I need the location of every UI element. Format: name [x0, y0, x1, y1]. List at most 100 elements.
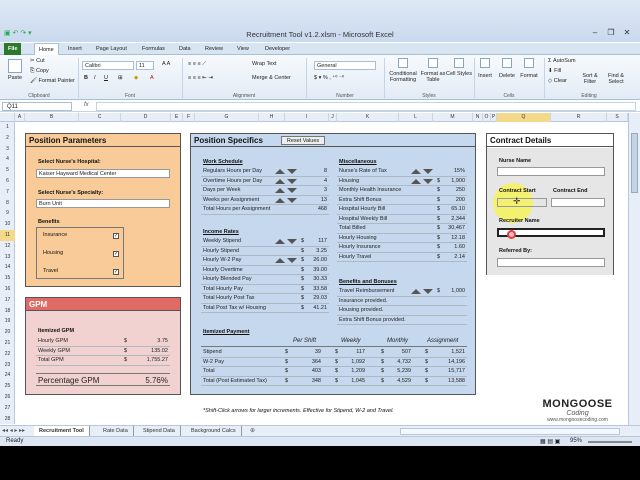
sheet-tab[interactable]: Background Calcs	[186, 426, 242, 436]
row-header[interactable]: 11	[0, 230, 15, 241]
column-header[interactable]: E	[171, 113, 183, 122]
stepper-arrows-icon[interactable]	[275, 168, 297, 175]
paste-button[interactable]: Paste	[4, 75, 26, 81]
merge-center-button[interactable]: Merge & Center	[252, 75, 291, 81]
stepper-arrows-icon[interactable]	[275, 197, 297, 204]
insert-cells-icon[interactable]	[480, 58, 490, 68]
bold-button[interactable]: B	[84, 75, 88, 81]
column-header[interactable]: A	[15, 113, 25, 122]
format-cells-button[interactable]: Format	[518, 73, 540, 79]
contract-end-input[interactable]	[551, 198, 605, 207]
sheet-tab[interactable]: Recruitment Tool	[34, 426, 90, 436]
restore-icon[interactable]: ❐	[604, 28, 618, 38]
italic-button[interactable]: I	[94, 75, 96, 81]
column-header[interactable]: J	[329, 113, 337, 122]
autosum-button[interactable]: Σ AutoSum	[548, 58, 576, 64]
row-header[interactable]: 16	[0, 284, 15, 295]
row-header[interactable]: 12	[0, 241, 15, 252]
view-buttons[interactable]: ▦ ▤ ▣	[540, 438, 560, 445]
column-header[interactable]: B	[25, 113, 79, 122]
minimize-icon[interactable]: –	[588, 28, 602, 38]
delete-cells-icon[interactable]	[502, 58, 512, 68]
tab-formulas[interactable]: Formulas	[138, 43, 169, 55]
column-header[interactable]: I	[285, 113, 329, 122]
horizontal-scrollbar[interactable]	[400, 428, 620, 435]
clear-button[interactable]: ◇ Clear	[548, 78, 567, 84]
tab-view[interactable]: View	[233, 43, 253, 55]
fx-icon[interactable]: fx	[84, 102, 89, 108]
row-header[interactable]: 26	[0, 392, 15, 403]
row-header[interactable]: 28	[0, 414, 15, 425]
tab-developer[interactable]: Developer	[261, 43, 294, 55]
copy-button[interactable]: ⎘ Copy	[30, 68, 49, 75]
tab-page-layout[interactable]: Page Layout	[92, 43, 131, 55]
row-header[interactable]: 25	[0, 381, 15, 392]
row-header[interactable]: 1	[0, 122, 15, 133]
row-header[interactable]: 18	[0, 306, 15, 317]
column-header[interactable]: G	[195, 113, 259, 122]
conditional-formatting-icon[interactable]	[398, 58, 408, 68]
row-header[interactable]: 19	[0, 316, 15, 327]
zoom-level[interactable]: 95%	[570, 438, 582, 444]
tab-file[interactable]: File	[4, 43, 22, 55]
tab-home[interactable]: Home	[34, 43, 59, 55]
align-top-buttons[interactable]: ≡ ≡ ≡ ⟋	[188, 61, 206, 68]
paste-icon[interactable]	[8, 59, 22, 73]
row-header[interactable]: 4	[0, 154, 15, 165]
scroll-thumb[interactable]	[631, 133, 638, 193]
row-header[interactable]: 23	[0, 360, 15, 371]
format-painter-button[interactable]: 🖌 Format Painter	[30, 78, 75, 84]
cut-button[interactable]: ✂ Cut	[30, 58, 45, 64]
row-header[interactable]: 9	[0, 208, 15, 219]
sheet-tab[interactable]: Stipend Data	[138, 426, 181, 436]
underline-button[interactable]: U	[104, 75, 108, 81]
font-size-select[interactable]: 11	[136, 61, 154, 70]
sheet-tab[interactable]: Rate Data	[98, 426, 134, 436]
referred-by-input[interactable]	[497, 258, 605, 267]
column-header[interactable]: M	[433, 113, 473, 122]
row-header[interactable]: 14	[0, 262, 15, 273]
stepper-arrows-icon[interactable]	[275, 238, 297, 245]
hospital-select[interactable]: Kaiser Hayward Medical Center	[36, 169, 170, 178]
tab-data[interactable]: Data	[175, 43, 195, 55]
formula-input[interactable]	[96, 102, 636, 111]
column-header[interactable]: O	[483, 113, 491, 122]
stepper-arrows-icon[interactable]	[275, 187, 297, 194]
stepper-arrows-icon[interactable]	[411, 178, 433, 185]
contract-start-input[interactable]	[497, 198, 547, 207]
stepper-arrows-icon[interactable]	[275, 178, 297, 185]
format-table-icon[interactable]	[428, 58, 438, 68]
column-header[interactable]: S	[607, 113, 628, 122]
column-header[interactable]: D	[121, 113, 171, 122]
row-header[interactable]: 27	[0, 403, 15, 414]
zoom-slider[interactable]	[588, 441, 632, 443]
font-name-select[interactable]: Calibri	[82, 61, 134, 70]
housing-checkbox[interactable]: ✓	[113, 251, 119, 257]
sheet-nav-arrows[interactable]: ◂◂ ◂ ▸ ▸▸	[2, 427, 25, 434]
row-header[interactable]: 21	[0, 338, 15, 349]
stepper-arrows-icon[interactable]	[411, 288, 433, 295]
fill-color-button[interactable]: ◆	[134, 75, 138, 81]
row-header[interactable]: 10	[0, 219, 15, 230]
number-format-buttons[interactable]: $ ▾ % , ⁺⁰ ⁻⁰	[314, 75, 344, 81]
travel-checkbox[interactable]: ✓	[113, 269, 119, 275]
format-table-button[interactable]: Format as Table	[420, 71, 446, 83]
fill-button[interactable]: ⬇ Fill	[548, 68, 561, 74]
specialty-select[interactable]: Burn Unit	[36, 199, 170, 208]
column-header[interactable]: H	[259, 113, 285, 122]
find-select-button[interactable]: Find & Select	[602, 73, 630, 85]
cell-styles-icon[interactable]	[454, 58, 464, 68]
row-header[interactable]: 6	[0, 176, 15, 187]
row-header[interactable]: 2	[0, 133, 15, 144]
row-header[interactable]: 15	[0, 273, 15, 284]
nurse-name-input[interactable]	[497, 167, 605, 176]
tab-insert[interactable]: Insert	[64, 43, 86, 55]
column-header[interactable]: L	[399, 113, 433, 122]
borders-button[interactable]: ⊞	[118, 75, 123, 81]
cell-styles-button[interactable]: Cell Styles	[446, 71, 472, 77]
column-header[interactable]: K	[337, 113, 399, 122]
align-horizontal-buttons[interactable]: ≡ ≡ ≡ ⇤ ⇥	[188, 75, 213, 81]
format-cells-icon[interactable]	[524, 58, 534, 68]
wrap-text-button[interactable]: Wrap Text	[252, 61, 277, 67]
number-format-select[interactable]: General	[314, 61, 376, 70]
